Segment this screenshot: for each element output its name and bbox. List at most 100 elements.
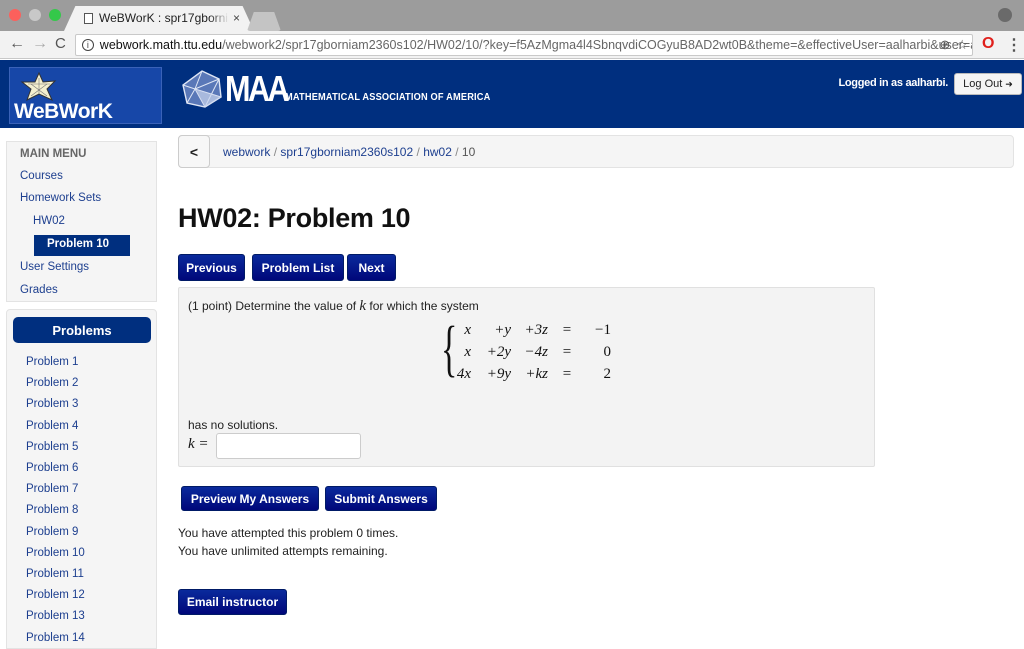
equals-sign: =: [562, 344, 572, 360]
menu-item-hw02[interactable]: HW02: [33, 215, 65, 227]
breadcrumb-separator: /: [273, 145, 278, 159]
back-icon[interactable]: ←: [9, 35, 25, 53]
menu-item-grades[interactable]: Grades: [20, 284, 58, 296]
problem-text: (1 point) Determine the value of: [188, 299, 360, 313]
info-icon[interactable]: i: [82, 39, 94, 51]
problem-statement: (1 point) Determine the value of k for w…: [188, 298, 479, 315]
url-host: webwork.math.ttu.edu: [99, 38, 223, 52]
equation-rhs: −1: [595, 322, 611, 338]
menu-item-homework-sets[interactable]: Homework Sets: [20, 192, 101, 204]
new-tab-button[interactable]: [247, 12, 281, 31]
equation-term: +y: [494, 322, 511, 338]
problem-link[interactable]: Problem 4: [26, 420, 78, 432]
equation-term: x: [464, 322, 471, 338]
breadcrumb-current: 10: [461, 145, 476, 159]
problem-conclusion: has no solutions.: [188, 418, 279, 432]
breadcrumb-separator: /: [455, 145, 459, 159]
logout-label: Log Out: [963, 78, 1003, 90]
equation-rhs: 2: [603, 366, 612, 382]
webwork-logo-text: WeBWorK: [14, 100, 113, 123]
window-minimize-button[interactable]: [29, 9, 41, 21]
equals-sign: =: [562, 322, 572, 338]
answer-label: k =: [188, 436, 209, 452]
breadcrumb-webwork[interactable]: webwork: [223, 145, 270, 159]
opera-extension-icon[interactable]: O: [982, 35, 994, 53]
reload-icon[interactable]: C: [55, 35, 66, 52]
problem-link[interactable]: Problem 2: [26, 377, 78, 389]
site-header: WeBWorK MAA MATHEMATICAL ASSOCIATION OF …: [0, 60, 1024, 128]
browser-tab-content[interactable]: WeBWorK : spr17gborniam2360s102 : HW02 :…: [84, 11, 244, 25]
preview-answers-button[interactable]: Preview My Answers: [181, 486, 319, 511]
problem-link[interactable]: Problem 1: [26, 356, 78, 368]
breadcrumb: < webwork / spr17gborniam2360s102 / hw02…: [178, 135, 1014, 168]
problem-link[interactable]: Problem 13: [26, 610, 85, 622]
problem-list-button[interactable]: Problem List: [252, 254, 344, 281]
breadcrumb-set[interactable]: hw02: [423, 145, 452, 159]
problem-link[interactable]: Problem 12: [26, 589, 85, 601]
equation-term: +9y: [486, 366, 511, 382]
forward-icon[interactable]: →: [32, 35, 48, 53]
problem-link[interactable]: Problem 11: [26, 568, 84, 580]
bookmark-star-icon[interactable]: ☆: [956, 37, 968, 53]
tab-title: WeBWorK : spr17gborniam2360s102 : HW02 :…: [99, 11, 229, 25]
problem-text: for which the system: [366, 299, 479, 313]
problem-link[interactable]: Problem 14: [26, 632, 85, 644]
zoom-icon[interactable]: ⊕: [939, 37, 950, 53]
page-title: HW02: Problem 10: [178, 203, 411, 233]
equation-row: x +y +3z = −1: [441, 322, 621, 344]
equation-term: x: [464, 344, 471, 360]
maa-logo-text: MAA: [225, 68, 290, 109]
breadcrumb-course[interactable]: spr17gborniam2360s102: [280, 145, 413, 159]
browser-toolbar: ← → C i webwork.math.ttu.edu/webwork2/sp…: [0, 31, 1024, 59]
main-menu: MAIN MENU Courses Homework Sets HW02 Pro…: [6, 141, 157, 302]
breadcrumb-separator: /: [416, 145, 420, 159]
logout-button[interactable]: Log Out ➜: [954, 73, 1022, 95]
address-bar[interactable]: i webwork.math.ttu.edu/webwork2/spr17gbo…: [75, 34, 973, 56]
page-icon: [84, 12, 93, 24]
tab-close-icon[interactable]: ×: [233, 11, 240, 25]
equation-term: +2y: [486, 344, 511, 360]
problem-link[interactable]: Problem 3: [26, 398, 78, 410]
submit-answers-button[interactable]: Submit Answers: [325, 486, 437, 511]
answer-input-k[interactable]: [216, 433, 361, 459]
browser-menu-icon[interactable]: ⋮: [1006, 35, 1022, 55]
menu-item-problem-10[interactable]: Problem 10: [34, 235, 130, 256]
url-path: /webwork2/spr17gborniam2360s102/HW02/10/…: [222, 38, 972, 52]
window-maximize-button[interactable]: [49, 9, 61, 21]
problem-link[interactable]: Problem 5: [26, 441, 78, 453]
problem-link[interactable]: Problem 10: [26, 547, 85, 559]
equation-term: −4z: [524, 344, 548, 360]
equation-term: +kz: [525, 366, 548, 382]
problem-link[interactable]: Problem 7: [26, 483, 78, 495]
problem-link[interactable]: Problem 8: [26, 504, 78, 516]
equation-term: +3z: [524, 322, 548, 338]
logout-icon: ➜: [1005, 78, 1013, 89]
maa-subtitle: MATHEMATICAL ASSOCIATION OF AMERICA: [285, 91, 491, 103]
previous-button[interactable]: Previous: [178, 254, 245, 281]
breadcrumb-back-button[interactable]: <: [178, 135, 210, 168]
equation-row: x +2y −4z = 0: [441, 344, 621, 366]
maa-polyhedron-icon: [182, 70, 222, 108]
equation-row: 4x +9y +kz = 2: [441, 366, 621, 388]
equals-sign: =: [562, 366, 572, 382]
profile-icon[interactable]: [998, 8, 1012, 22]
problems-panel: Problems Problem 1 Problem 2 Problem 3 Prob…: [6, 309, 157, 649]
logged-in-status: Logged in as aalharbi.: [838, 77, 948, 89]
problem-link[interactable]: Problem 6: [26, 462, 78, 474]
email-instructor-button[interactable]: Email instructor: [178, 589, 287, 615]
menu-item-courses[interactable]: Courses: [20, 170, 63, 182]
webwork-star-icon: [20, 72, 57, 102]
webwork-logo[interactable]: WeBWorK: [9, 67, 162, 124]
browser-tab-bar: WeBWorK : spr17gborniam2360s102 : HW02 :…: [0, 0, 1024, 31]
problems-heading: Problems: [13, 317, 151, 343]
menu-item-user-settings[interactable]: User Settings: [20, 261, 89, 273]
attempts-count: You have attempted this problem 0 times.: [178, 526, 399, 540]
problem-body: (1 point) Determine the value of k for w…: [178, 287, 875, 467]
attempts-remaining: You have unlimited attempts remaining.: [178, 544, 388, 558]
equation-rhs: 0: [603, 344, 612, 360]
problem-link[interactable]: Problem 9: [26, 526, 78, 538]
next-button[interactable]: Next: [347, 254, 396, 281]
main-menu-heading: MAIN MENU: [20, 148, 87, 160]
equation-term: 4x: [456, 366, 471, 382]
window-close-button[interactable]: [9, 9, 21, 21]
